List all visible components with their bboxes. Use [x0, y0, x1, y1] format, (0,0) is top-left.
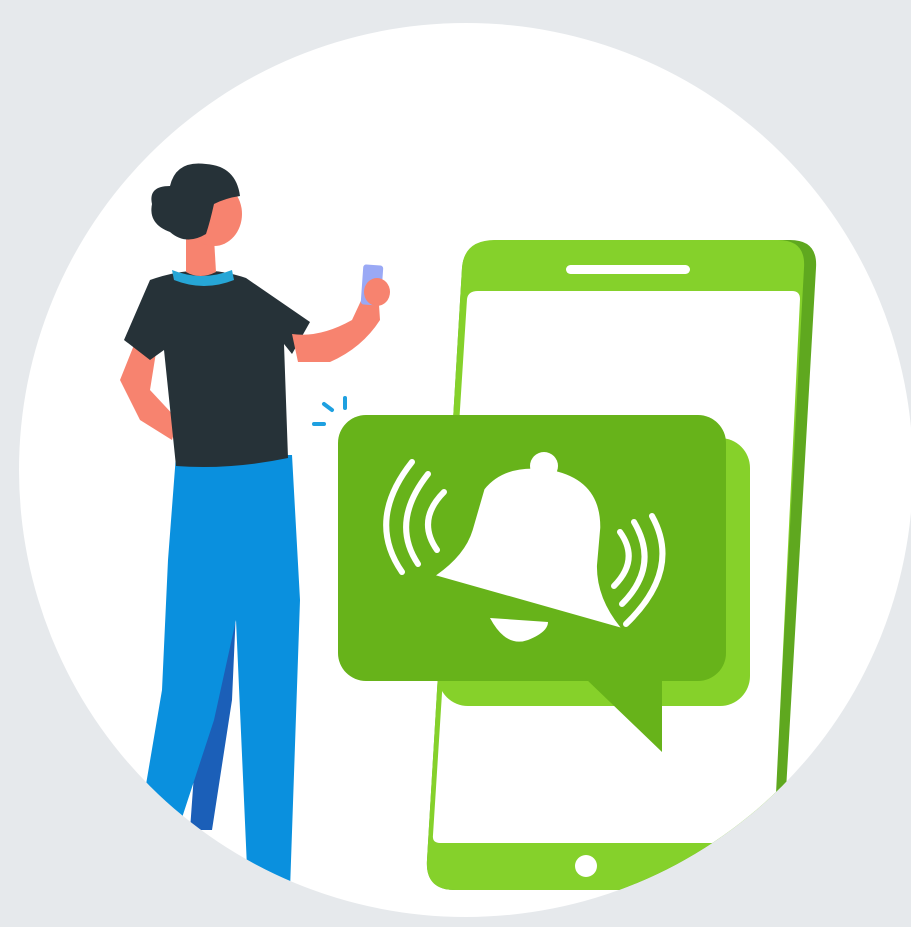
illustration-canvas	[19, 23, 911, 917]
phone-home-button	[575, 855, 597, 877]
phone-speaker	[566, 265, 690, 274]
notification-illustration	[0, 0, 911, 927]
person-hand	[364, 278, 390, 306]
